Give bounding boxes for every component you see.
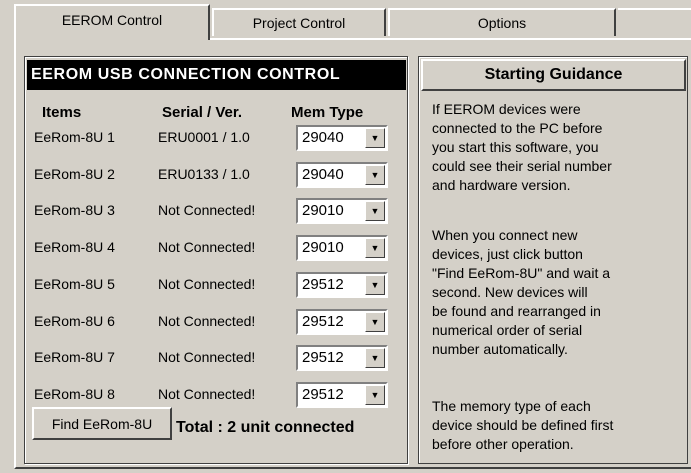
guidance-paragraph-3: The memory type of each device should be…: [432, 398, 614, 452]
guidance-paragraph-2: When you connect new devices, just click…: [432, 227, 611, 357]
connection-control-title: EEROM USB CONNECTION CONTROL: [27, 60, 406, 90]
mem-type-value: 29010: [302, 202, 344, 219]
tab-strip-filler: [618, 8, 691, 36]
device-serial-label: ERU0133 / 1.0: [158, 166, 250, 182]
mem-type-select[interactable]: 29512 ▼: [296, 382, 388, 408]
device-item-label: EeRom-8U 3: [34, 202, 115, 218]
device-item-label: EeRom-8U 6: [34, 313, 115, 329]
device-item-label: EeRom-8U 4: [34, 239, 115, 255]
mem-type-header: Mem Type: [291, 104, 364, 121]
device-serial-label: Not Connected!: [158, 239, 256, 255]
tab-options[interactable]: Options: [388, 8, 616, 36]
chevron-down-icon[interactable]: ▼: [365, 275, 385, 295]
chevron-down-icon[interactable]: ▼: [365, 312, 385, 332]
mem-type-value: 29512: [302, 386, 344, 403]
chevron-down-icon[interactable]: ▼: [365, 165, 385, 185]
device-item-label: EeRom-8U 8: [34, 386, 115, 402]
device-item-label: EeRom-8U 2: [34, 166, 115, 182]
chevron-down-icon[interactable]: ▼: [365, 128, 385, 148]
device-serial-label: Not Connected!: [158, 276, 256, 292]
device-serial-label: Not Connected!: [158, 313, 256, 329]
mem-type-select[interactable]: 29512 ▼: [296, 309, 388, 335]
device-item-label: EeRom-8U 7: [34, 349, 115, 365]
device-serial-label: Not Connected!: [158, 349, 256, 365]
mem-type-value: 29040: [302, 129, 344, 146]
device-serial-label: Not Connected!: [158, 386, 256, 402]
mem-type-value: 29512: [302, 276, 344, 293]
mem-type-value: 29512: [302, 313, 344, 330]
total-connected-status: Total : 2 unit connected: [176, 419, 355, 436]
chevron-down-icon[interactable]: ▼: [365, 201, 385, 221]
chevron-down-icon[interactable]: ▼: [365, 348, 385, 368]
mem-type-value: 29010: [302, 239, 344, 256]
find-eerom-button[interactable]: Find EeRom-8U: [32, 407, 172, 440]
mem-type-select[interactable]: 29040 ▼: [296, 125, 388, 151]
device-serial-label: Not Connected!: [158, 202, 256, 218]
chevron-down-icon[interactable]: ▼: [365, 385, 385, 405]
guidance-paragraph-1: If EEROM devices were connected to the P…: [432, 101, 612, 193]
items-header: Items: [42, 104, 82, 121]
tab-project-control[interactable]: Project Control: [212, 8, 386, 36]
tab-eerom-control[interactable]: EEROM Control: [14, 4, 210, 40]
chevron-down-icon[interactable]: ▼: [365, 238, 385, 258]
mem-type-select[interactable]: 29512 ▼: [296, 272, 388, 298]
mem-type-select[interactable]: 29040 ▼: [296, 162, 388, 188]
starting-guidance-title: Starting Guidance: [421, 59, 686, 91]
device-item-label: EeRom-8U 1: [34, 129, 115, 145]
mem-type-select[interactable]: 29010 ▼: [296, 198, 388, 224]
mem-type-value: 29040: [302, 166, 344, 183]
mem-type-value: 29512: [302, 349, 344, 366]
device-item-label: EeRom-8U 5: [34, 276, 115, 292]
mem-type-select[interactable]: 29512 ▼: [296, 345, 388, 371]
serial-header: Serial / Ver.: [162, 104, 243, 121]
mem-type-select[interactable]: 29010 ▼: [296, 235, 388, 261]
device-serial-label: ERU0001 / 1.0: [158, 129, 250, 145]
